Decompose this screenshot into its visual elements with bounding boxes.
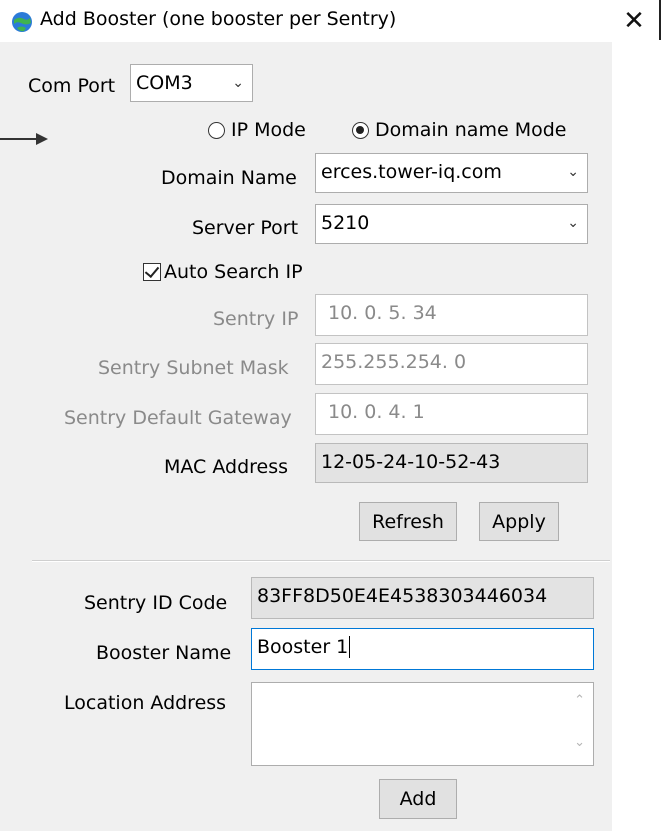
booster-name-input[interactable]: Booster 1 xyxy=(251,628,594,670)
mac-label: MAC Address xyxy=(164,456,289,478)
domain-mode-radio[interactable]: Domain name Mode xyxy=(352,119,566,141)
server-port-label: Server Port xyxy=(192,217,299,239)
location-label: Location Address xyxy=(64,692,227,714)
ip-mode-radio[interactable]: IP Mode xyxy=(208,119,306,141)
subnet-mask-field[interactable]: 255.255.254. 0 xyxy=(315,343,588,385)
radio-unchecked-icon xyxy=(208,121,225,139)
sentry-ip-field[interactable]: 10. 0. 5. 34 xyxy=(315,294,588,336)
text-cursor xyxy=(349,636,351,658)
title-bar: Add Booster (one booster per Sentry) ✕ xyxy=(0,0,665,42)
mac-field: 12-05-24-10-52-43 xyxy=(315,443,588,483)
ip-mode-label: IP Mode xyxy=(231,119,306,141)
auto-search-label: Auto Search IP xyxy=(164,261,303,283)
com-port-select[interactable]: COM3 ⌄ xyxy=(130,64,253,102)
arrow-icon xyxy=(36,133,48,145)
sentry-ip-label: Sentry IP xyxy=(213,308,299,330)
dialog-body: Com Port COM3 ⌄ IP Mode Domain name Mode… xyxy=(0,42,612,831)
subnet-mask-label: Sentry Subnet Mask xyxy=(98,357,289,379)
com-port-label: Com Port xyxy=(28,75,116,97)
refresh-button[interactable]: Refresh xyxy=(359,502,457,541)
com-port-value: COM3 xyxy=(136,72,193,94)
domain-name-value: erces.tower-iq.com xyxy=(321,161,502,183)
scroll-down-icon[interactable]: ⌄ xyxy=(574,735,585,750)
arrow-line xyxy=(0,138,38,140)
apply-button[interactable]: Apply xyxy=(479,502,559,541)
domain-mode-label: Domain name Mode xyxy=(375,119,567,141)
server-port-select[interactable]: 5210 ⌄ xyxy=(315,204,588,244)
sentry-id-field: 83FF8D50E4E4538303446034 xyxy=(251,577,594,619)
booster-name-value: Booster 1 xyxy=(257,636,349,658)
chevron-down-icon: ⌄ xyxy=(567,164,579,180)
radio-checked-icon xyxy=(352,121,369,139)
gateway-label: Sentry Default Gateway xyxy=(64,407,292,429)
scroll-up-icon[interactable]: ⌃ xyxy=(574,693,585,708)
booster-name-label: Booster Name xyxy=(96,642,232,664)
close-icon[interactable]: ✕ xyxy=(618,4,650,38)
gateway-field[interactable]: 10. 0. 4. 1 xyxy=(315,393,588,435)
chevron-down-icon: ⌄ xyxy=(232,75,244,91)
location-textarea[interactable]: ⌃ ⌄ xyxy=(251,682,594,766)
window-title: Add Booster (one booster per Sentry) xyxy=(40,8,397,30)
checkbox-checked-icon xyxy=(143,263,161,281)
auto-search-checkbox[interactable]: Auto Search IP xyxy=(143,261,303,283)
sentry-id-label: Sentry ID Code xyxy=(84,592,228,614)
app-globe-icon xyxy=(12,12,32,32)
domain-name-label: Domain Name xyxy=(161,167,297,189)
window-edge xyxy=(659,0,661,40)
add-button[interactable]: Add xyxy=(379,779,457,819)
domain-name-select[interactable]: erces.tower-iq.com ⌄ xyxy=(315,153,588,193)
chevron-down-icon: ⌄ xyxy=(567,215,579,231)
server-port-value: 5210 xyxy=(321,212,370,234)
divider xyxy=(32,560,610,562)
